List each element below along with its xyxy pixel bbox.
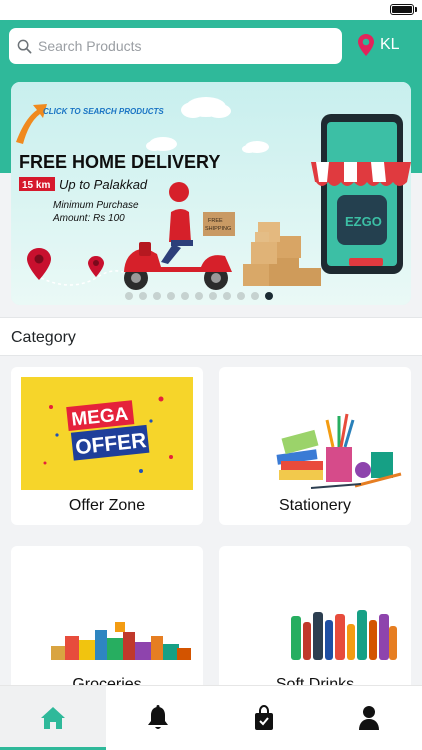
home-icon bbox=[40, 707, 65, 729]
app-logo: EZGO bbox=[345, 214, 382, 229]
banner-click-text: CLICK TO SEARCH PRODUCTS bbox=[43, 107, 164, 116]
battery-icon bbox=[390, 4, 414, 15]
category-title: Category bbox=[11, 329, 76, 346]
distance-badge: 15 km bbox=[22, 180, 50, 191]
offer-image: MEGA OFFER bbox=[21, 377, 193, 490]
nav-profile[interactable] bbox=[317, 686, 422, 750]
phone-mockup-icon: EZGO bbox=[311, 114, 411, 274]
bottom-navigation bbox=[0, 685, 422, 750]
location-pin-icon bbox=[358, 34, 374, 56]
groceries-image bbox=[51, 622, 191, 660]
banner-headline: FREE HOME DELIVERY bbox=[19, 152, 220, 172]
category-card-soft-drinks[interactable]: Soft Drinks bbox=[219, 546, 411, 696]
carousel-dot[interactable] bbox=[153, 292, 161, 300]
category-label: Stationery bbox=[278, 497, 352, 514]
location-label: KL bbox=[380, 36, 400, 53]
nav-orders[interactable] bbox=[211, 686, 317, 750]
promo-banner[interactable]: CLICK TO SEARCH PRODUCTS FREE HOME DELIV… bbox=[11, 82, 411, 305]
nav-home[interactable] bbox=[0, 686, 106, 750]
carousel-dot[interactable] bbox=[167, 292, 175, 300]
category-card-offer-zone[interactable]: MEGA OFFER Offer Zone bbox=[11, 367, 203, 525]
soft-drinks-image bbox=[291, 610, 397, 660]
box-label-2: SHIPPING bbox=[205, 226, 231, 232]
carousel-dot[interactable] bbox=[139, 292, 147, 300]
box-label-1: FREE bbox=[208, 218, 223, 224]
carousel-dot[interactable] bbox=[237, 292, 245, 300]
search-input[interactable]: Search Products bbox=[9, 28, 342, 64]
category-label: Offer Zone bbox=[68, 497, 146, 514]
carousel-dot[interactable] bbox=[209, 292, 217, 300]
stationery-image bbox=[276, 413, 402, 489]
category-card-stationery[interactable]: Stationery bbox=[219, 367, 411, 525]
carousel-dot[interactable] bbox=[181, 292, 189, 300]
app-header: Search Products KL bbox=[0, 20, 422, 68]
nav-notifications[interactable] bbox=[106, 686, 212, 750]
carousel-dot[interactable] bbox=[265, 292, 273, 300]
carousel-dot[interactable] bbox=[195, 292, 203, 300]
carousel-dots bbox=[125, 292, 273, 300]
search-icon bbox=[17, 39, 32, 53]
bell-icon bbox=[148, 705, 169, 729]
carousel-dot[interactable] bbox=[125, 292, 133, 300]
shopping-bag-icon bbox=[254, 705, 273, 730]
min-purchase-line2: Amount: Rs 100 bbox=[52, 213, 125, 224]
category-section-header: Category bbox=[0, 317, 422, 356]
user-icon bbox=[359, 706, 380, 730]
distance-text: Up to Palakkad bbox=[59, 177, 148, 192]
category-card-groceries[interactable]: Groceries bbox=[11, 546, 203, 696]
search-placeholder: Search Products bbox=[38, 38, 142, 54]
carousel-dot[interactable] bbox=[251, 292, 259, 300]
carousel-dot[interactable] bbox=[223, 292, 231, 300]
min-purchase-line1: Minimum Purchase bbox=[53, 200, 139, 211]
status-bar bbox=[0, 0, 422, 20]
location-selector[interactable]: KL bbox=[358, 34, 400, 56]
